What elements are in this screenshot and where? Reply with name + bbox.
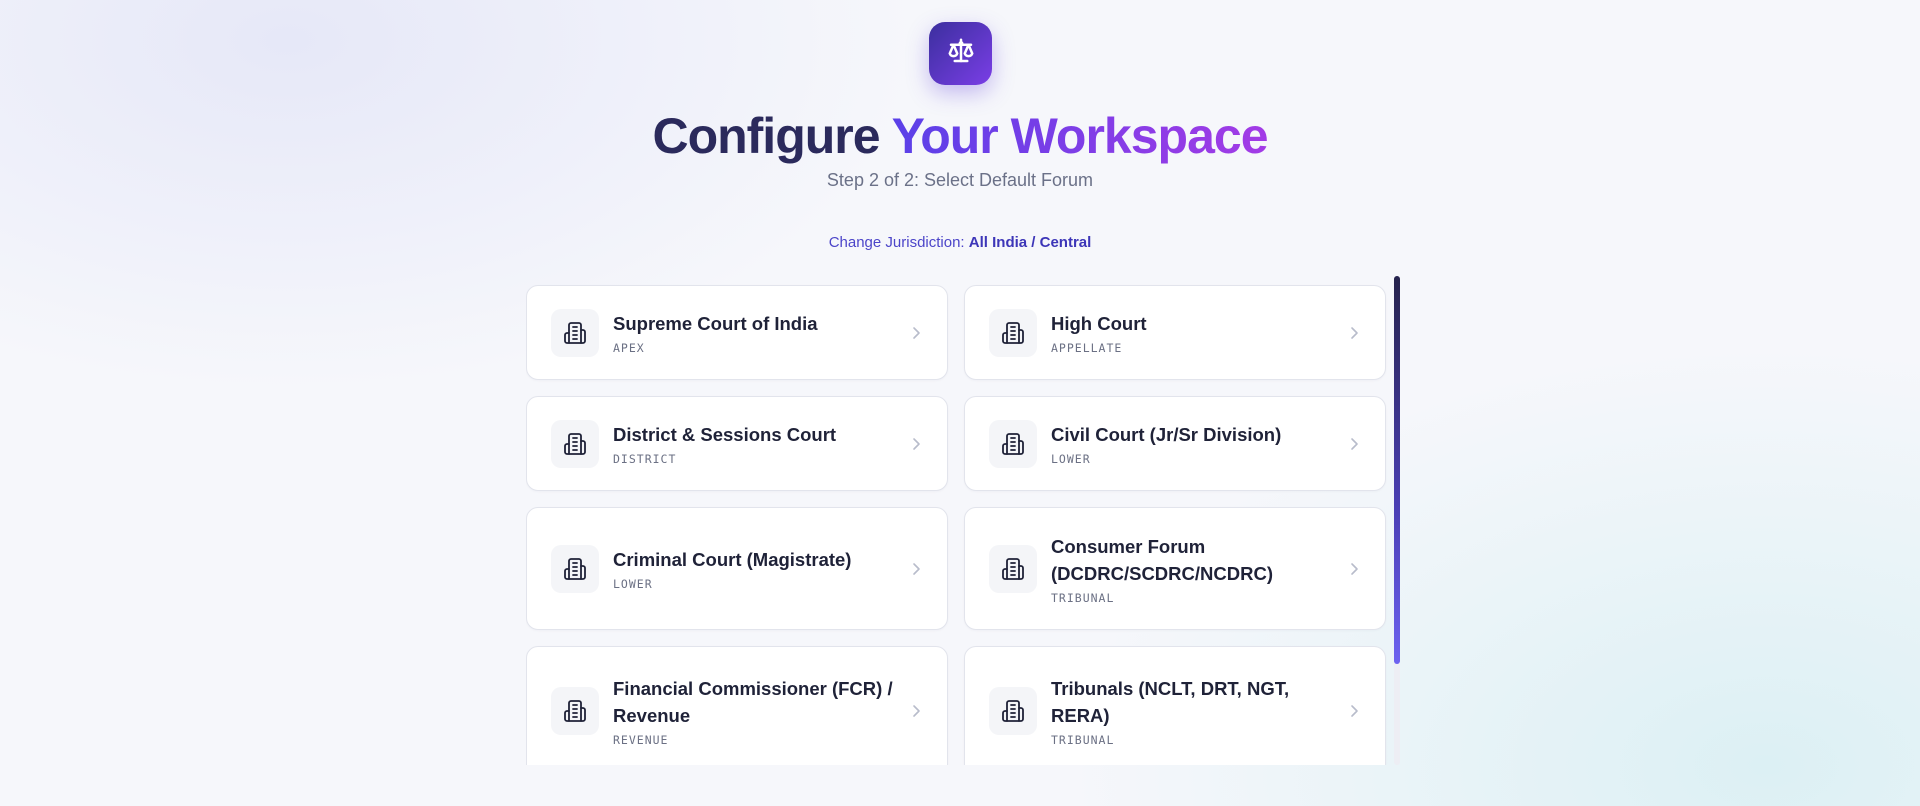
forum-card-financial-commissioner[interactable]: Financial Commissioner (FCR) / Revenue R… — [526, 646, 948, 765]
courthouse-icon — [551, 687, 599, 735]
forum-tag: REVENUE — [613, 733, 669, 747]
chevron-right-icon — [909, 326, 923, 340]
page-title-accent: Your Workspace — [891, 108, 1269, 164]
forum-name: Supreme Court of India — [613, 313, 818, 334]
chevron-right-icon — [909, 562, 923, 576]
forum-tag: LOWER — [1051, 452, 1091, 466]
forum-card-text: Criminal Court (Magistrate) LOWER — [613, 546, 899, 591]
forum-tag: TRIBUNAL — [1051, 590, 1115, 605]
page-title: Configure Your Workspace — [0, 106, 1920, 166]
forum-grid: Supreme Court of India APEX High Court A… — [526, 285, 1388, 765]
forum-card-text: Tribunals (NCLT, DRT, NGT, RERA) TRIBUNA… — [1051, 675, 1337, 747]
forum-card-text: District & Sessions Court DISTRICT — [613, 421, 899, 466]
scales-of-justice-icon — [946, 36, 976, 71]
courthouse-icon — [551, 544, 599, 593]
courthouse-icon — [551, 308, 599, 357]
forum-card-district-sessions-court[interactable]: District & Sessions Court DISTRICT — [526, 396, 948, 491]
courthouse-icon — [989, 308, 1037, 357]
chevron-right-icon — [1347, 326, 1361, 340]
forum-name: Financial Commissioner (FCR) / Revenue — [613, 678, 893, 726]
jurisdiction-selector: Change Jurisdiction: All India / Central — [0, 234, 1920, 251]
forum-name: Criminal Court (Magistrate) — [613, 549, 852, 570]
forum-card-tribunals[interactable]: Tribunals (NCLT, DRT, NGT, RERA) TRIBUNA… — [964, 646, 1386, 765]
jurisdiction-change-link[interactable]: All India / Central — [969, 234, 1092, 251]
chevron-right-icon — [909, 437, 923, 451]
forum-name: Civil Court (Jr/Sr Division) — [1051, 424, 1282, 445]
scrollbar-thumb[interactable] — [1394, 276, 1400, 664]
courthouse-icon — [989, 419, 1037, 468]
courthouse-icon — [551, 419, 599, 468]
forum-name: District & Sessions Court — [613, 424, 837, 445]
chevron-right-icon — [909, 704, 923, 718]
jurisdiction-label: Change Jurisdiction: — [828, 234, 965, 251]
forum-card-high-court[interactable]: High Court APPELLATE — [964, 285, 1386, 380]
forum-card-text: Supreme Court of India APEX — [613, 310, 899, 355]
forum-card-text: Consumer Forum (DCDRC/SCDRC/NCDRC) TRIBU… — [1051, 533, 1337, 605]
forum-tag: APEX — [613, 341, 645, 355]
forum-name: High Court — [1051, 313, 1147, 334]
courthouse-icon — [989, 544, 1037, 593]
forum-card-criminal-court[interactable]: Criminal Court (Magistrate) LOWER — [526, 507, 948, 630]
courthouse-icon — [989, 687, 1037, 735]
forum-card-consumer-forum[interactable]: Consumer Forum (DCDRC/SCDRC/NCDRC) TRIBU… — [964, 507, 1386, 630]
forum-list-scrollbar[interactable] — [1394, 276, 1400, 765]
forum-card-supreme-court[interactable]: Supreme Court of India APEX — [526, 285, 948, 380]
forum-card-civil-court[interactable]: Civil Court (Jr/Sr Division) LOWER — [964, 396, 1386, 491]
app-logo — [929, 22, 992, 85]
forum-card-text: High Court APPELLATE — [1051, 310, 1337, 355]
step-subtitle: Step 2 of 2: Select Default Forum — [826, 170, 1094, 190]
forum-name: Consumer Forum (DCDRC/SCDRC/NCDRC) — [1051, 535, 1273, 584]
forum-tag: DISTRICT — [613, 452, 677, 466]
forum-card-text: Civil Court (Jr/Sr Division) LOWER — [1051, 421, 1337, 466]
chevron-right-icon — [1347, 704, 1361, 718]
forum-tag: TRIBUNAL — [1051, 733, 1115, 747]
forum-list[interactable]: Supreme Court of India APEX High Court A… — [526, 282, 1398, 765]
forum-tag: APPELLATE — [1051, 341, 1123, 355]
chevron-right-icon — [1347, 437, 1361, 451]
forum-card-text: Financial Commissioner (FCR) / Revenue R… — [613, 675, 899, 747]
chevron-right-icon — [1347, 562, 1361, 576]
page-title-primary: Configure — [652, 108, 880, 164]
forum-name: Tribunals (NCLT, DRT, NGT, RERA) — [1051, 678, 1290, 726]
forum-tag: LOWER — [613, 577, 653, 591]
